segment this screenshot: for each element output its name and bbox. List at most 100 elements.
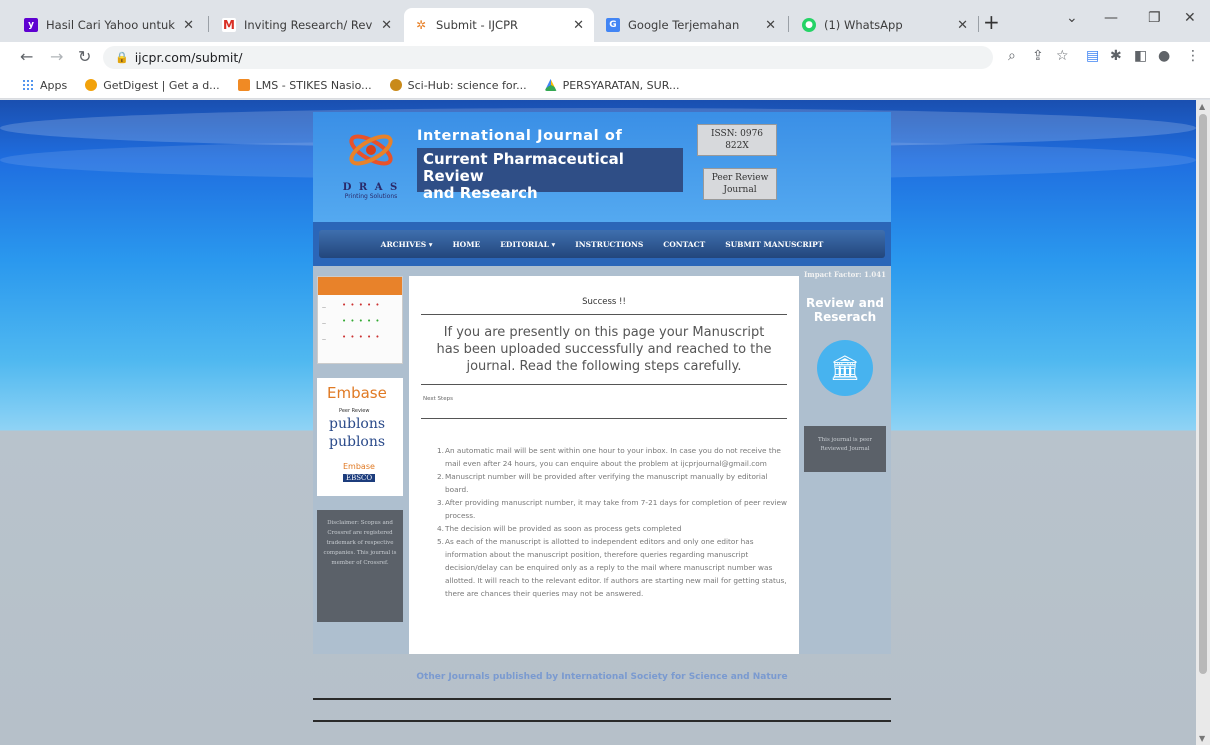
bookmark-label: GetDigest | Get a d... — [103, 78, 220, 92]
publons-logo[interactable]: publons — [329, 416, 385, 432]
publons-logo[interactable]: publons — [329, 434, 385, 450]
tab-title: Google Terjemahan — [628, 18, 740, 32]
tab-title: Hasil Cari Yahoo untuk gmai — [46, 18, 175, 32]
right-sidebar: Impact Factor: 1.041 Review and Reserach… — [803, 270, 887, 472]
close-tab-icon[interactable]: ✕ — [765, 18, 776, 33]
close-tab-icon[interactable]: ✕ — [183, 18, 194, 33]
journal-title-line2: Current Pharmaceutical Review — [423, 150, 624, 185]
site-navbar: ARCHIVES ▾ HOME EDITORIAL ▾ INSTRUCTIONS… — [313, 222, 891, 266]
journal-title-line1: International Journal of — [417, 128, 623, 144]
scroll-down-icon[interactable]: ▼ — [1199, 734, 1205, 743]
close-tab-icon[interactable]: ✕ — [957, 18, 968, 33]
side-panel-icon[interactable]: ◧ — [1134, 48, 1147, 64]
tab-strip: y Hasil Cari Yahoo untuk gmai ✕ M Inviti… — [0, 0, 1210, 42]
tab-google-translate[interactable]: G Google Terjemahan ✕ — [596, 8, 786, 42]
scihub-icon — [389, 79, 402, 91]
new-tab-icon[interactable]: + — [983, 10, 1000, 34]
browser-toolbar: ← → ↻ 🔒 ijcpr.com/submit/ ⌕ ⇪ ☆ ▤ ✱ ◧ ● … — [0, 42, 1210, 72]
translate-icon: G — [606, 18, 620, 32]
success-headline: If you are presently on this page your M… — [436, 325, 772, 374]
success-panel: Success !! If you are presently on this … — [409, 276, 799, 654]
nav-archives[interactable]: ARCHIVES ▾ — [371, 240, 443, 249]
tab-title: Submit - IJCPR — [436, 18, 518, 32]
minimize-icon[interactable]: — — [1104, 10, 1118, 26]
step-item: 5. As each of the manuscript is allotted … — [437, 537, 787, 598]
step-item: 4. The decision will be provided as soon … — [437, 524, 682, 533]
bookmarks-bar: Apps GetDigest | Get a d... LMS - STIKES… — [0, 72, 1210, 99]
institution-bank-icon: 🏛 — [817, 340, 873, 396]
extensions-icon[interactable]: ✱ — [1110, 48, 1122, 64]
drive-icon — [544, 79, 557, 91]
forward-icon[interactable]: → — [50, 47, 63, 66]
embase-logo[interactable]: Embase — [327, 384, 387, 402]
bookmark-label: Sci-Hub: science for... — [407, 78, 527, 92]
journal-title-line3: and Research — [423, 184, 538, 202]
tab-separator — [978, 16, 979, 32]
address-bar[interactable]: 🔒 ijcpr.com/submit/ — [103, 46, 993, 69]
whatsapp-icon: ● — [802, 18, 816, 32]
bookmark-persyaratan[interactable]: PERSYARATAN, SUR... — [544, 79, 679, 92]
site-body: — • • • • • — • • • • • — • • • • • Emba… — [313, 266, 891, 654]
other-journals-heading[interactable]: Other Journals published by Internationa… — [313, 672, 891, 682]
bookmark-star-icon[interactable]: ☆ — [1056, 48, 1069, 64]
page-viewport: D R A S Printing Solutions International… — [0, 100, 1196, 745]
apps-grid-icon — [22, 79, 34, 91]
nav-instructions[interactable]: INSTRUCTIONS — [565, 240, 653, 249]
step-item: 3. After providing manuscript number, it … — [437, 498, 788, 520]
bookmark-lms[interactable]: LMS - STIKES Nasio... — [237, 79, 372, 92]
impact-factor: Impact Factor: 1.041 — [804, 270, 886, 279]
profile-avatar-icon[interactable]: ● — [1158, 48, 1170, 64]
tab-title: Inviting Research/ Review Pa — [244, 18, 373, 32]
logo-brand-text: D R A S — [342, 182, 400, 193]
bookmark-apps[interactable]: Apps — [22, 79, 67, 92]
issn-badge: ISSN: 0976 822X — [697, 124, 777, 156]
tab-gmail[interactable]: M Inviting Research/ Review Pa ✕ — [212, 8, 402, 42]
close-window-icon[interactable]: ✕ — [1184, 10, 1196, 26]
embase-small-logo[interactable]: Embase — [343, 462, 375, 471]
journal-site: D R A S Printing Solutions International… — [313, 112, 891, 682]
next-steps-label: Next Steps — [423, 396, 453, 402]
nav-contact[interactable]: CONTACT — [653, 240, 715, 249]
reading-list-icon[interactable]: ▤ — [1086, 48, 1099, 64]
reload-icon[interactable]: ↻ — [78, 47, 91, 66]
scrollbar-thumb[interactable] — [1199, 114, 1207, 674]
step-item: 1. An automatic mail will be sent within … — [437, 446, 781, 468]
tab-search-icon[interactable]: ⌄ — [1066, 10, 1078, 26]
zoom-icon[interactable]: ⌕ — [1008, 48, 1016, 64]
url-text: ijcpr.com/submit/ — [134, 50, 243, 65]
tab-title: (1) WhatsApp — [824, 18, 903, 32]
tab-separator — [208, 16, 209, 32]
divider — [421, 314, 787, 315]
journal-logo[interactable]: D R A S Printing Solutions — [331, 124, 411, 210]
review-research-heading: Review and Reserach — [806, 296, 884, 324]
close-tab-icon[interactable]: ✕ — [573, 18, 584, 33]
close-tab-icon[interactable]: ✕ — [381, 18, 392, 33]
tab-separator — [788, 16, 789, 32]
ebsco-logo[interactable]: EBSCO — [343, 474, 376, 482]
bookmark-getdigest[interactable]: GetDigest | Get a d... — [85, 78, 220, 92]
restore-icon[interactable]: ❐ — [1148, 10, 1161, 26]
peer-review-label: Peer Review — [339, 408, 370, 414]
metrics-thumbnail-image[interactable]: — • • • • • — • • • • • — • • • • • — [317, 276, 403, 364]
bookmark-scihub[interactable]: Sci-Hub: science for... — [389, 78, 527, 92]
share-icon[interactable]: ⇪ — [1032, 48, 1044, 64]
lock-icon[interactable]: 🔒 — [115, 51, 129, 64]
tab-submit-ijcpr[interactable]: ✲ Submit - IJCPR ✕ — [404, 8, 594, 42]
menu-kebab-icon[interactable]: ⋮ — [1186, 48, 1200, 64]
nav-home[interactable]: HOME — [443, 240, 491, 249]
peer-reviewed-note: This journal is peer Reviewed Journal — [804, 426, 886, 472]
nav-submit-manuscript[interactable]: SUBMIT MANUSCRIPT — [715, 240, 833, 249]
page-scrollbar[interactable]: ▲ ▼ — [1196, 100, 1210, 745]
scroll-up-icon[interactable]: ▲ — [1199, 102, 1205, 111]
divider — [313, 698, 891, 700]
yahoo-icon: y — [24, 18, 38, 32]
divider — [313, 720, 891, 722]
back-icon[interactable]: ← — [20, 47, 33, 66]
divider — [421, 384, 787, 385]
left-sidebar: — • • • • • — • • • • • — • • • • • Emba… — [317, 276, 403, 622]
gmail-icon: M — [222, 18, 236, 32]
journal-title-box: Current Pharmaceutical Review and Resear… — [417, 148, 683, 202]
tab-whatsapp[interactable]: ● (1) WhatsApp ✕ — [792, 8, 978, 42]
nav-editorial[interactable]: EDITORIAL ▾ — [490, 240, 565, 249]
tab-yahoo[interactable]: y Hasil Cari Yahoo untuk gmai ✕ — [14, 8, 204, 42]
